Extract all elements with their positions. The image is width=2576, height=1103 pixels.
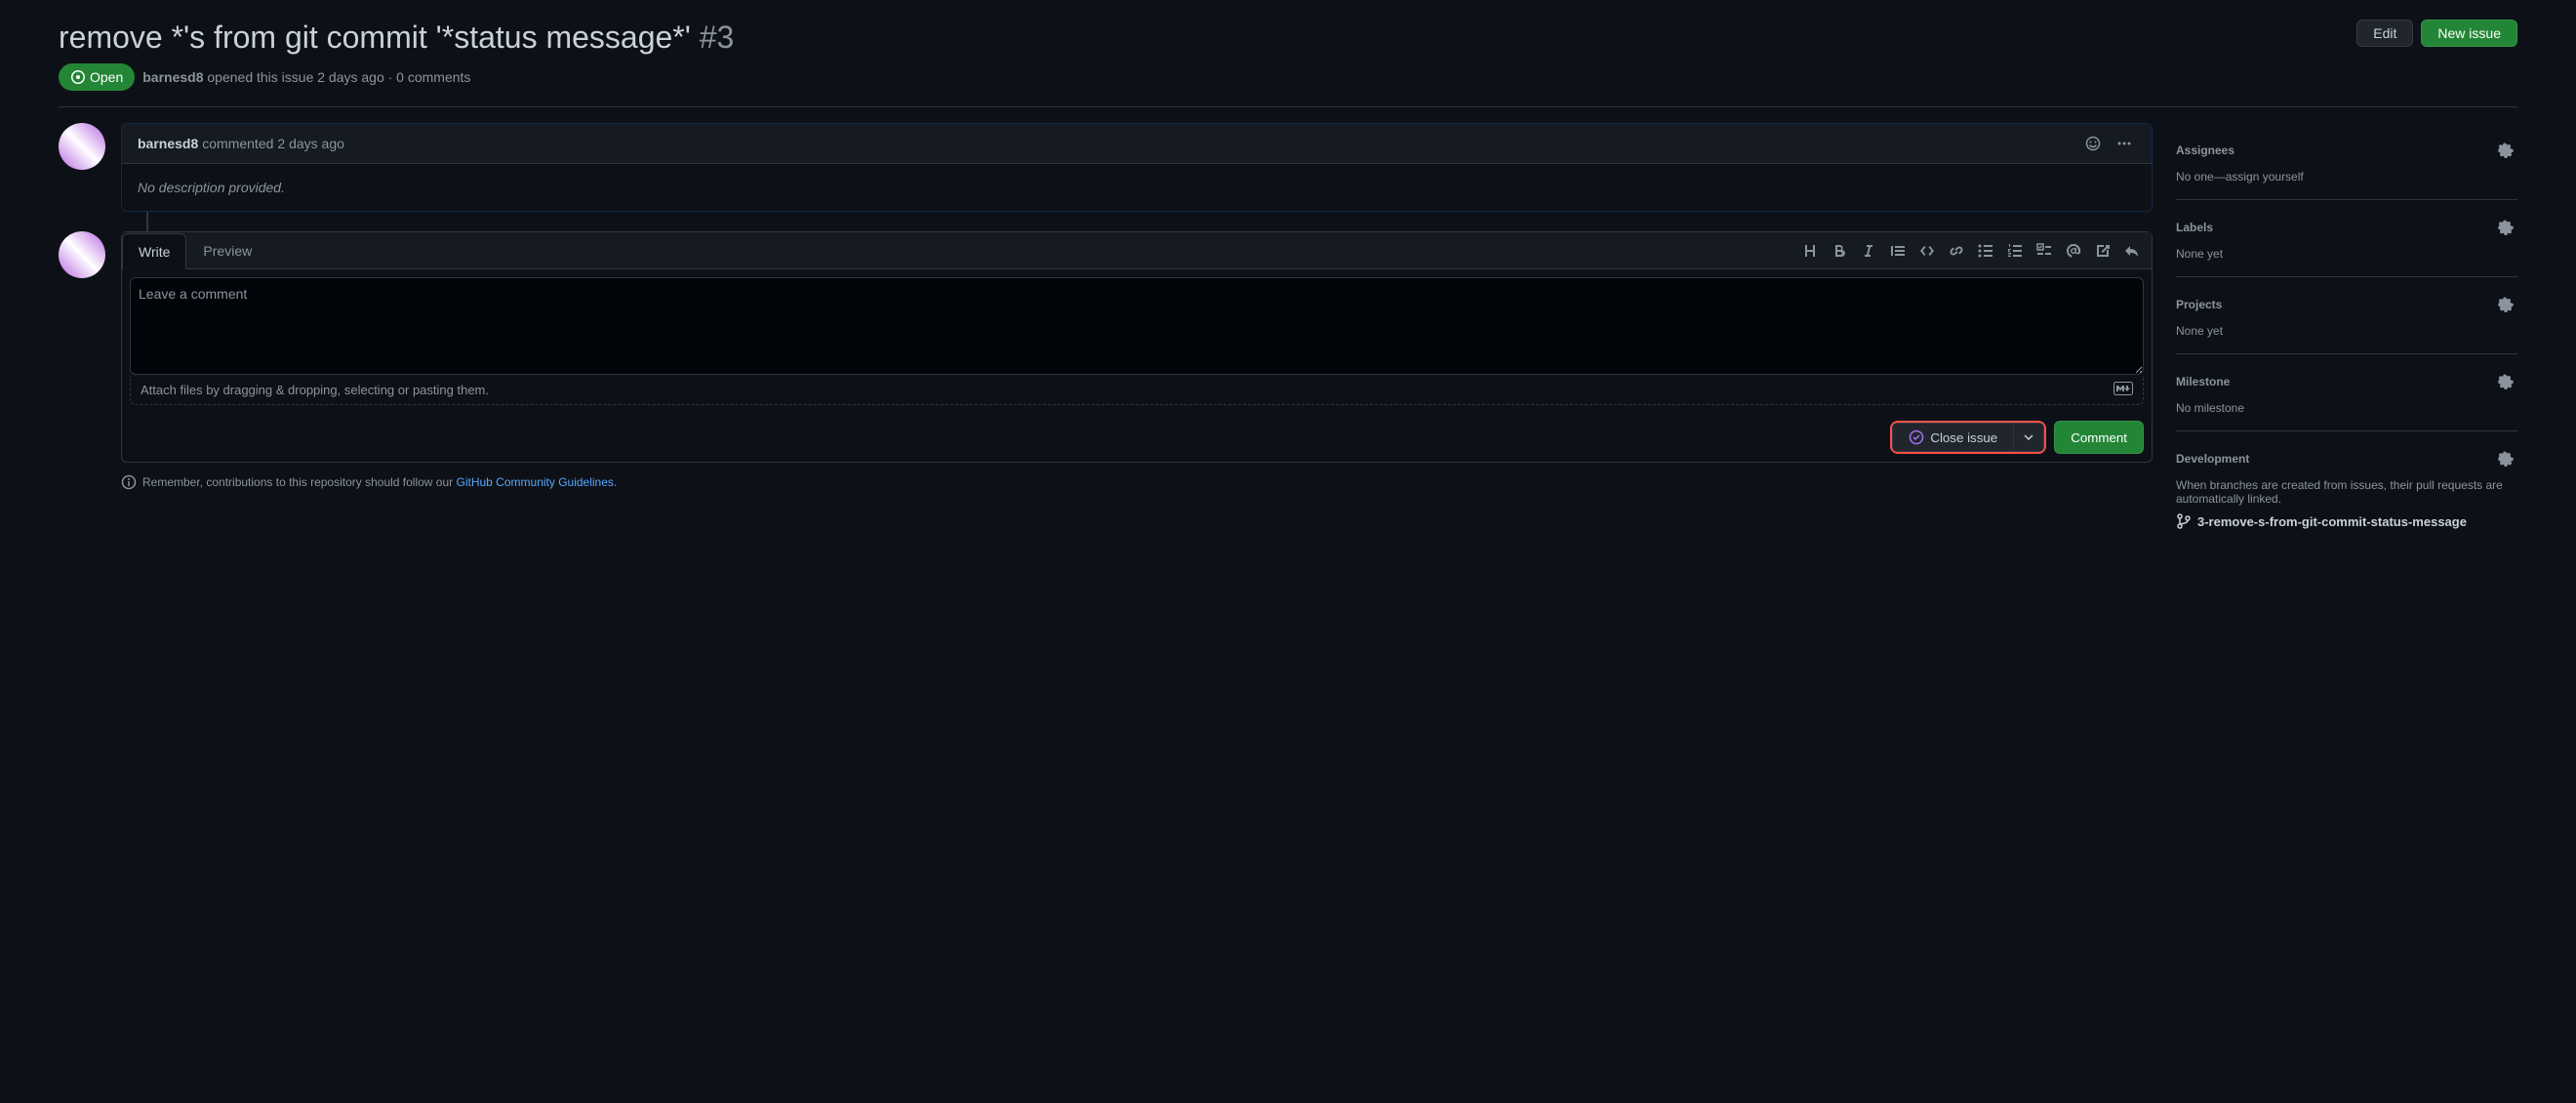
- issue-title: remove *'s from git commit '*status mess…: [59, 20, 734, 56]
- development-desc: When branches are created from issues, t…: [2176, 478, 2517, 506]
- development-branch[interactable]: 3-remove-s-from-git-commit-status-messag…: [2176, 513, 2517, 529]
- milestone-title: Milestone: [2176, 375, 2230, 388]
- list-ol-icon[interactable]: [2003, 239, 2027, 263]
- tab-preview[interactable]: Preview: [186, 232, 268, 268]
- timeline-line: [146, 212, 148, 231]
- emoji-icon[interactable]: [2081, 132, 2105, 155]
- code-icon[interactable]: [1915, 239, 1939, 263]
- comment-box: barnesd8 commented 2 days ago No descrip…: [121, 123, 2153, 212]
- avatar[interactable]: [59, 123, 105, 170]
- attach-bar[interactable]: Attach files by dragging & dropping, sel…: [130, 376, 2144, 405]
- assignees-title: Assignees: [2176, 143, 2234, 157]
- meta-author[interactable]: barnesd8: [142, 69, 203, 85]
- list-ul-icon[interactable]: [1974, 239, 1997, 263]
- chevron-down-icon: [2024, 432, 2033, 442]
- avatar[interactable]: [59, 231, 105, 278]
- link-icon[interactable]: [1945, 239, 1968, 263]
- heading-icon[interactable]: [1798, 239, 1822, 263]
- comment-time[interactable]: 2 days ago: [277, 136, 344, 151]
- italic-icon[interactable]: [1857, 239, 1880, 263]
- gear-icon[interactable]: [2494, 447, 2517, 470]
- state-label: Open: [90, 69, 123, 85]
- tab-write[interactable]: Write: [122, 233, 186, 269]
- cross-ref-icon[interactable]: [2091, 239, 2114, 263]
- assignees-value[interactable]: No one—assign yourself: [2176, 170, 2517, 184]
- comment-button[interactable]: Comment: [2054, 421, 2144, 454]
- development-title: Development: [2176, 452, 2249, 466]
- close-issue-label: Close issue: [1930, 430, 1997, 445]
- branch-icon: [2176, 513, 2192, 529]
- reply-icon[interactable]: [2120, 239, 2144, 263]
- milestone-value: No milestone: [2176, 401, 2517, 415]
- comment-textarea[interactable]: [130, 277, 2144, 375]
- comment-author[interactable]: barnesd8: [138, 136, 198, 151]
- comment-action: commented: [202, 136, 273, 151]
- new-issue-button[interactable]: New issue: [2421, 20, 2517, 47]
- guidelines-prefix: Remember, contributions to this reposito…: [142, 475, 457, 489]
- close-issue-button[interactable]: Close issue: [1892, 423, 2013, 452]
- projects-value: None yet: [2176, 324, 2517, 338]
- gear-icon[interactable]: [2494, 139, 2517, 162]
- guidelines: Remember, contributions to this reposito…: [121, 474, 2153, 490]
- attach-hint: Attach files by dragging & dropping, sel…: [141, 383, 489, 397]
- markdown-icon[interactable]: [2113, 382, 2133, 398]
- close-issue-group: Close issue: [1890, 421, 2046, 454]
- quote-icon[interactable]: [1886, 239, 1910, 263]
- meta-summary: opened this issue 2 days ago · 0 comment…: [204, 69, 471, 85]
- mention-icon[interactable]: [2062, 239, 2085, 263]
- labels-title: Labels: [2176, 221, 2213, 234]
- bold-icon[interactable]: [1828, 239, 1851, 263]
- tasklist-icon[interactable]: [2033, 239, 2056, 263]
- kebab-icon[interactable]: [2113, 132, 2136, 155]
- gear-icon[interactable]: [2494, 370, 2517, 393]
- comment-body: No description provided.: [122, 164, 2152, 211]
- gear-icon[interactable]: [2494, 216, 2517, 239]
- state-badge: Open: [59, 63, 135, 91]
- issue-title-text: remove *'s from git commit '*status mess…: [59, 20, 691, 55]
- info-icon: [121, 474, 137, 490]
- edit-button[interactable]: Edit: [2356, 20, 2413, 47]
- guidelines-suffix: .: [614, 475, 617, 489]
- close-issue-caret[interactable]: [2013, 423, 2044, 452]
- projects-title: Projects: [2176, 298, 2222, 311]
- labels-value: None yet: [2176, 247, 2517, 261]
- issue-open-icon: [70, 69, 86, 85]
- guidelines-link[interactable]: GitHub Community Guidelines: [457, 475, 614, 489]
- issue-meta: barnesd8 opened this issue 2 days ago · …: [142, 69, 470, 85]
- issue-closed-icon: [1909, 429, 1924, 445]
- branch-name: 3-remove-s-from-git-commit-status-messag…: [2197, 514, 2467, 529]
- compose-box: Write Preview: [121, 231, 2153, 463]
- gear-icon[interactable]: [2494, 293, 2517, 316]
- issue-number: #3: [700, 20, 735, 55]
